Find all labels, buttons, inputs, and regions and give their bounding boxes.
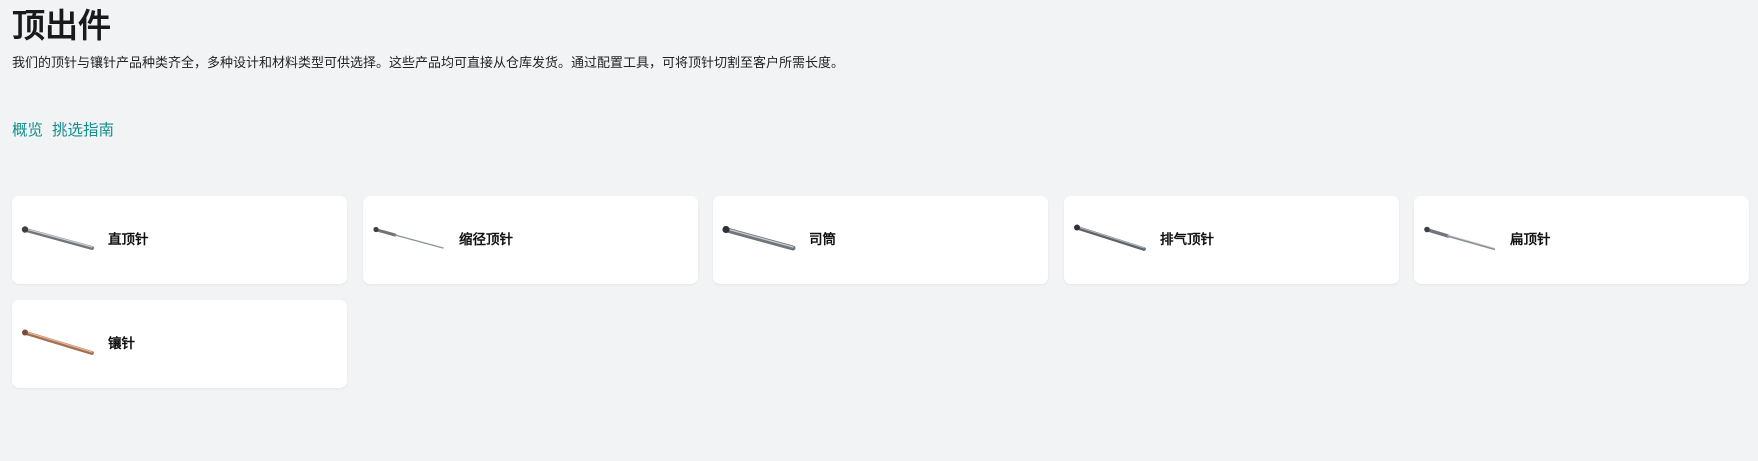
category-label: 扁顶针 xyxy=(1510,232,1551,248)
category-card-stepped-ejector-pin[interactable]: 缩径顶针 xyxy=(363,196,698,284)
vented-ejector-pin-icon xyxy=(1074,224,1146,251)
straight-ejector-pin-icon xyxy=(21,226,94,250)
ejector-sleeve-icon xyxy=(722,225,796,251)
category-card-straight-ejector-pin[interactable]: 直顶针 xyxy=(12,196,347,284)
page-description: 我们的顶针与镶针产品种类齐全，多种设计和材料类型可供选择。这些产品均可直接从仓库… xyxy=(12,56,845,71)
tab-overview[interactable]: 概览 xyxy=(12,118,43,142)
category-card-flat-ejector-pin[interactable]: 扁顶针 xyxy=(1414,196,1749,284)
category-label: 镶针 xyxy=(108,336,135,352)
stepped-ejector-pin-icon xyxy=(373,226,444,249)
page-title: 顶出件 xyxy=(12,6,111,45)
category-card-core-pin[interactable]: 镶针 xyxy=(12,300,347,388)
flat-ejector-pin-icon xyxy=(1424,226,1496,251)
category-label: 排气顶针 xyxy=(1160,232,1214,248)
category-label: 司筒 xyxy=(809,232,836,248)
core-pin-icon xyxy=(22,329,94,355)
category-label: 直顶针 xyxy=(108,232,149,248)
category-label: 缩径顶针 xyxy=(459,232,513,248)
page-tabs: 概览 挑选指南 xyxy=(12,118,114,142)
category-card-ejector-sleeve[interactable]: 司筒 xyxy=(713,196,1048,284)
category-card-vented-ejector-pin[interactable]: 排气顶针 xyxy=(1064,196,1399,284)
tab-selection-guide[interactable]: 挑选指南 xyxy=(52,118,114,142)
